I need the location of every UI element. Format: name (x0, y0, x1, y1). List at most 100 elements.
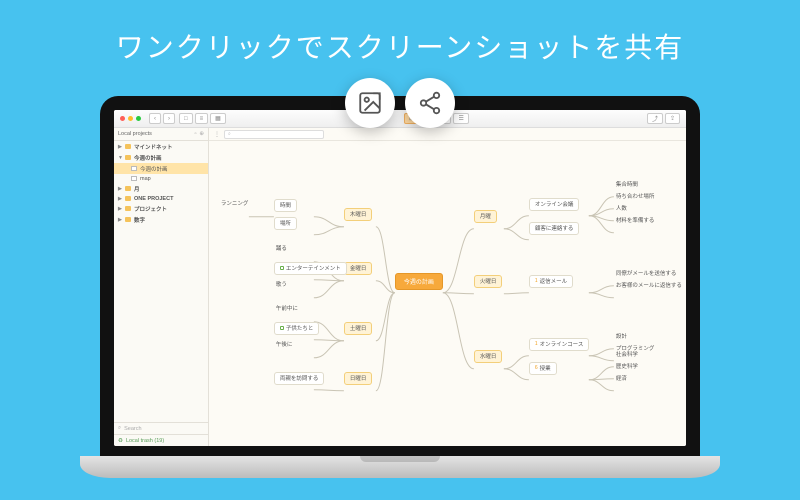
view-a[interactable]: □ (179, 113, 193, 124)
node-label: 社会科学 (616, 350, 638, 358)
search-icon: ⌕ (118, 425, 121, 432)
node-label: お客様のメールに返信する (616, 281, 682, 289)
mindmap-node[interactable]: 場所 (274, 217, 297, 230)
canvas-toolbar: ⋮ ⌕ (209, 128, 686, 141)
mindmap-node[interactable]: 待ち合わせ場所 (614, 192, 657, 200)
mindmap-node[interactable]: 経済 (614, 374, 629, 382)
export-button[interactable]: ⤴ (647, 113, 663, 124)
laptop-base (80, 456, 720, 478)
mindmap-node[interactable]: ランニング (219, 199, 251, 207)
mindmap-node[interactable]: 集合時間 (614, 180, 640, 188)
canvas-filter-icon[interactable]: ⋮ (214, 131, 220, 138)
mindmap-node[interactable]: 踊る (274, 244, 289, 252)
node-number: 1 (535, 278, 538, 284)
sidebar-item[interactable]: 今週の計画 (114, 163, 208, 174)
sidebar-search[interactable]: ⌕ Search (114, 422, 208, 434)
disclosure-triangle-icon: ▶ (118, 196, 122, 202)
mindmap-node[interactable]: 日曜日 (344, 372, 373, 385)
node-label: 水曜日 (480, 352, 497, 360)
sidebar-more-icon[interactable]: ⊕ (199, 131, 204, 137)
node-label: 火曜日 (480, 277, 497, 285)
mindmap-node[interactable]: 社会科学 (614, 350, 640, 358)
sidebar-item[interactable]: map (114, 174, 208, 183)
toolbar-share-group: ⤴ ⇪ (647, 113, 680, 124)
mindmap-node[interactable]: 歴史科学 (614, 362, 640, 370)
sidebar-item-label: ONE PROJECT (134, 196, 173, 202)
mindmap-node[interactable]: 両親を訪問する (274, 372, 325, 385)
mindmap-node[interactable]: 時間 (274, 199, 297, 212)
layout-d[interactable]: ☰ (453, 113, 468, 124)
node-label: 場所 (280, 219, 291, 227)
mindmap-node[interactable]: 歌う (274, 280, 289, 288)
mindmap-node[interactable]: 人数 (614, 204, 629, 212)
node-label: 木曜日 (350, 210, 367, 218)
minimize-dot[interactable] (128, 116, 133, 121)
folder-icon (125, 217, 131, 222)
nav-forward-button[interactable]: › (163, 113, 175, 124)
mindmap-node[interactable]: 今週の計画 (395, 273, 443, 290)
mindmap-node[interactable]: 1オンラインコース (529, 338, 590, 351)
mindmap-node[interactable]: 火曜日 (474, 275, 503, 288)
mindmap-node[interactable]: 木曜日 (344, 208, 373, 221)
mindmap-node[interactable]: 同僚がメールを送信する (614, 269, 679, 277)
mindmap-node[interactable]: 6授業 (529, 362, 557, 375)
mindmap-node[interactable]: オンライン会議 (529, 198, 580, 211)
mindmap-canvas[interactable]: ⋮ ⌕ 今週の計画 木曜日 時間 ランニング場所金曜日 踊るエンターテインメント歌う土曜… (209, 128, 686, 446)
mindmap-node[interactable]: 土曜日 (344, 322, 373, 335)
mindmap-node[interactable]: 午前中に (274, 304, 300, 312)
sidebar-item[interactable]: ▶数字 (114, 214, 208, 225)
disclosure-triangle-icon: ▶ (118, 186, 122, 192)
mindmap-node[interactable]: 1返信メール (529, 275, 573, 288)
toolbar-nav: ‹ › (149, 113, 175, 124)
mindmap-node[interactable]: 水曜日 (474, 350, 503, 363)
folder-icon (125, 155, 131, 160)
mindmap-node[interactable]: 顧客に連絡する (529, 222, 580, 235)
mindmap-node[interactable]: エンターテインメント (274, 262, 347, 275)
mindmap-node[interactable]: 月曜 (474, 210, 497, 223)
node-label: 材料を準備する (616, 216, 655, 224)
mindmap-node[interactable]: 材料を準備する (614, 216, 657, 224)
mindmap-node[interactable]: 子供たちと (274, 322, 320, 335)
node-label: 設計 (616, 332, 627, 340)
mindmap-node[interactable]: 午後に (274, 340, 295, 348)
node-label: 土曜日 (350, 324, 367, 332)
node-label: 歴史科学 (616, 362, 638, 370)
screenshot-image-icon (345, 78, 395, 128)
sidebar-trash[interactable]: ♻ Local trash (19) (114, 434, 208, 446)
view-b[interactable]: ≡ (195, 113, 209, 124)
close-dot[interactable] (120, 116, 125, 121)
zoom-dot[interactable] (136, 116, 141, 121)
disclosure-triangle-icon: ▶ (118, 206, 122, 212)
mindmap-node[interactable]: お客様のメールに返信する (614, 281, 684, 289)
sidebar-item[interactable]: ▶ プロジェクト (114, 203, 208, 214)
nav-back-button[interactable]: ‹ (149, 113, 161, 124)
sidebar-item-label: 数字 (134, 216, 145, 224)
sidebar-item-label: プロジェクト (134, 205, 167, 213)
node-label: 経済 (616, 374, 627, 382)
node-number: 1 (535, 341, 538, 347)
folder-icon (125, 196, 131, 201)
view-c[interactable]: ▦ (210, 113, 226, 124)
node-label: ランニング (221, 199, 249, 207)
sidebar-item[interactable]: ▶月 (114, 183, 208, 194)
checkbox-icon (280, 266, 284, 270)
window-traffic-lights[interactable] (120, 116, 141, 121)
node-label: 歌う (276, 280, 287, 288)
share-icon (405, 78, 455, 128)
trash-label: Local trash (19) (126, 438, 164, 444)
sidebar-item[interactable]: ▶マインドネット (114, 141, 208, 152)
node-label: 同僚がメールを送信する (616, 269, 677, 277)
search-placeholder: Search (124, 426, 141, 432)
share-button[interactable]: ⇪ (665, 113, 680, 124)
canvas-search[interactable]: ⌕ (224, 130, 324, 139)
node-label: 子供たちと (286, 324, 314, 332)
mindmap-node[interactable]: 金曜日 (344, 262, 373, 275)
sidebar-item[interactable]: ▶ ONE PROJECT (114, 194, 208, 203)
disclosure-triangle-icon: ▶ (118, 144, 122, 150)
app-window: ‹ › □ ≡ ▦ ⊞ ⊡ − ☰ ⤴ ⇪ (114, 110, 686, 446)
mindmap-node[interactable]: 設計 (614, 332, 629, 340)
sidebar-item[interactable]: ▼今週の計画 (114, 152, 208, 163)
sidebar-add-icon[interactable]: ▫ (194, 131, 196, 137)
node-label: 時間 (280, 201, 291, 209)
project-sidebar: Local projects ▫ ⊕ ▶マインドネット▼今週の計画今週の計画ma… (114, 128, 209, 446)
